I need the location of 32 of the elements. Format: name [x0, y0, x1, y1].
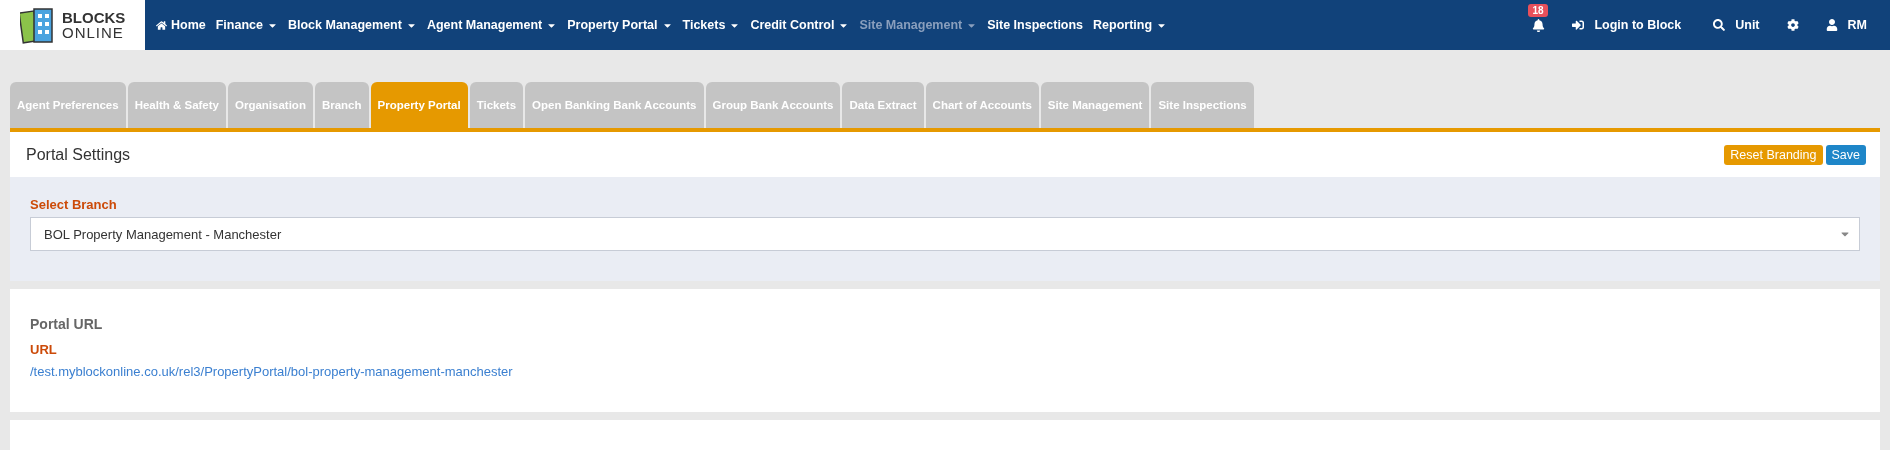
logo-text: ONLINE [62, 25, 125, 40]
save-button[interactable]: Save [1825, 144, 1866, 165]
nav-link[interactable]: Finance [210, 18, 283, 32]
section-title: Portal Settings [26, 145, 131, 164]
logo[interactable]: BLOCKS ONLINE [0, 0, 145, 50]
nav-link[interactable]: Home [151, 18, 211, 32]
field-label: Select Branch [30, 197, 118, 212]
portal-link[interactable]: /test.myblockonline.co.uk/rel3/PropertyPortal/bol-property-management-manchester [30, 364, 513, 379]
settings-icon[interactable] [1786, 19, 1799, 31]
buildings-icon [20, 6, 56, 44]
nav-link[interactable]: Reporting [1088, 18, 1173, 32]
search-icon [1713, 19, 1726, 31]
home-icon [156, 19, 167, 31]
nav-link[interactable]: Unit [1708, 18, 1765, 32]
nav-link[interactable]: Site Inspections [982, 18, 1089, 32]
field-label: URL [30, 342, 58, 357]
section-title: Portal URL [30, 316, 104, 332]
nav-link[interactable]: Block Management [283, 18, 422, 32]
logo-text: BLOCKS [62, 10, 126, 25]
nav-link[interactable]: Tickets [677, 18, 746, 32]
nav-link[interactable]: RM [1820, 18, 1872, 32]
nav-link[interactable]: Credit Control [745, 18, 855, 32]
user-icon [1825, 19, 1838, 31]
branch-select[interactable]: BOL Property Management - Manchester [30, 217, 1860, 251]
tab[interactable]: Property Portal [370, 82, 468, 128]
nav-link[interactable]: Property Portal [562, 18, 678, 32]
notification-badge: 18 [1528, 3, 1548, 17]
bell-icon[interactable] [1532, 18, 1546, 32]
reset-button[interactable]: Reset Branding [1724, 144, 1823, 165]
login-icon [1572, 19, 1585, 31]
nav-link[interactable]: Login to Block [1567, 18, 1687, 32]
nav-link[interactable]: Agent Management [421, 18, 563, 32]
